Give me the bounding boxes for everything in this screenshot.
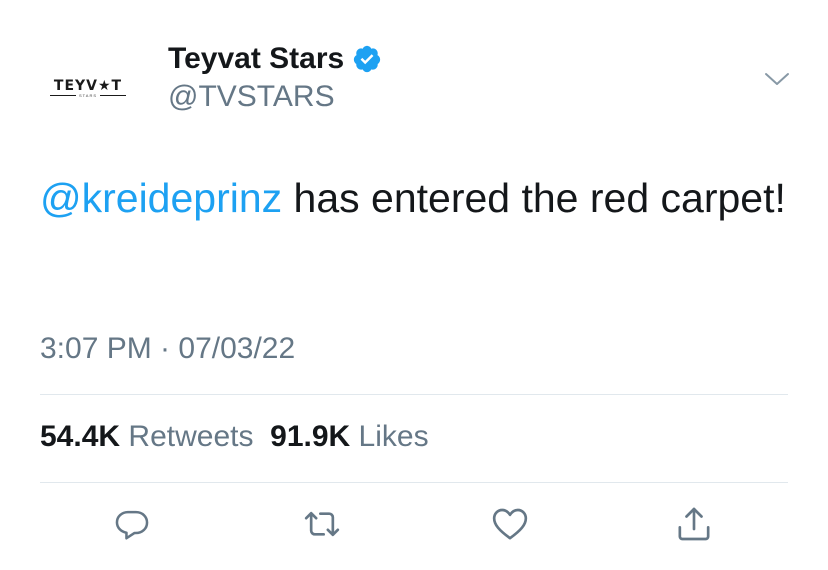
avatar-logo-sub: STARS — [78, 92, 98, 98]
mention-link[interactable]: @kreideprinz — [40, 175, 282, 221]
reply-icon — [115, 510, 149, 540]
divider — [40, 394, 788, 395]
chevron-down-icon[interactable] — [764, 70, 790, 88]
likes-label: Likes — [358, 420, 429, 453]
tweet-text: @kreideprinz has entered the red carpet! — [40, 166, 800, 230]
retweet-button[interactable] — [302, 504, 342, 544]
author-handle[interactable]: @TVSTARS — [168, 80, 335, 114]
likes-stat[interactable]: 91.9K Likes — [270, 420, 428, 453]
share-icon — [678, 507, 710, 541]
author-name-row[interactable]: Teyvat Stars — [168, 40, 382, 78]
avatar-logo-underline: STARS — [50, 92, 127, 98]
avatar[interactable]: TEYV★T STARS — [40, 40, 136, 136]
verified-badge-icon — [354, 45, 381, 73]
retweets-stat[interactable]: 54.4K Retweets — [40, 420, 253, 453]
share-button[interactable] — [674, 504, 714, 544]
display-name[interactable]: Teyvat Stars — [168, 42, 344, 76]
like-button[interactable] — [490, 504, 530, 544]
divider — [40, 482, 788, 483]
engagement-stats: 54.4K Retweets 91.9K Likes — [40, 420, 429, 454]
retweets-label: Retweets — [128, 420, 254, 453]
reply-button[interactable] — [112, 504, 152, 544]
tweet-timestamp[interactable]: 3:07 PM · 07/03/22 — [40, 332, 295, 366]
tweet-body-text: has entered the red carpet! — [282, 175, 786, 221]
action-bar — [40, 498, 788, 550]
avatar-logo-text: TEYV★T — [53, 77, 123, 94]
retweets-count: 54.4K — [40, 420, 121, 453]
retweet-icon — [304, 511, 340, 537]
likes-count: 91.9K — [270, 420, 351, 453]
heart-icon — [492, 508, 528, 540]
